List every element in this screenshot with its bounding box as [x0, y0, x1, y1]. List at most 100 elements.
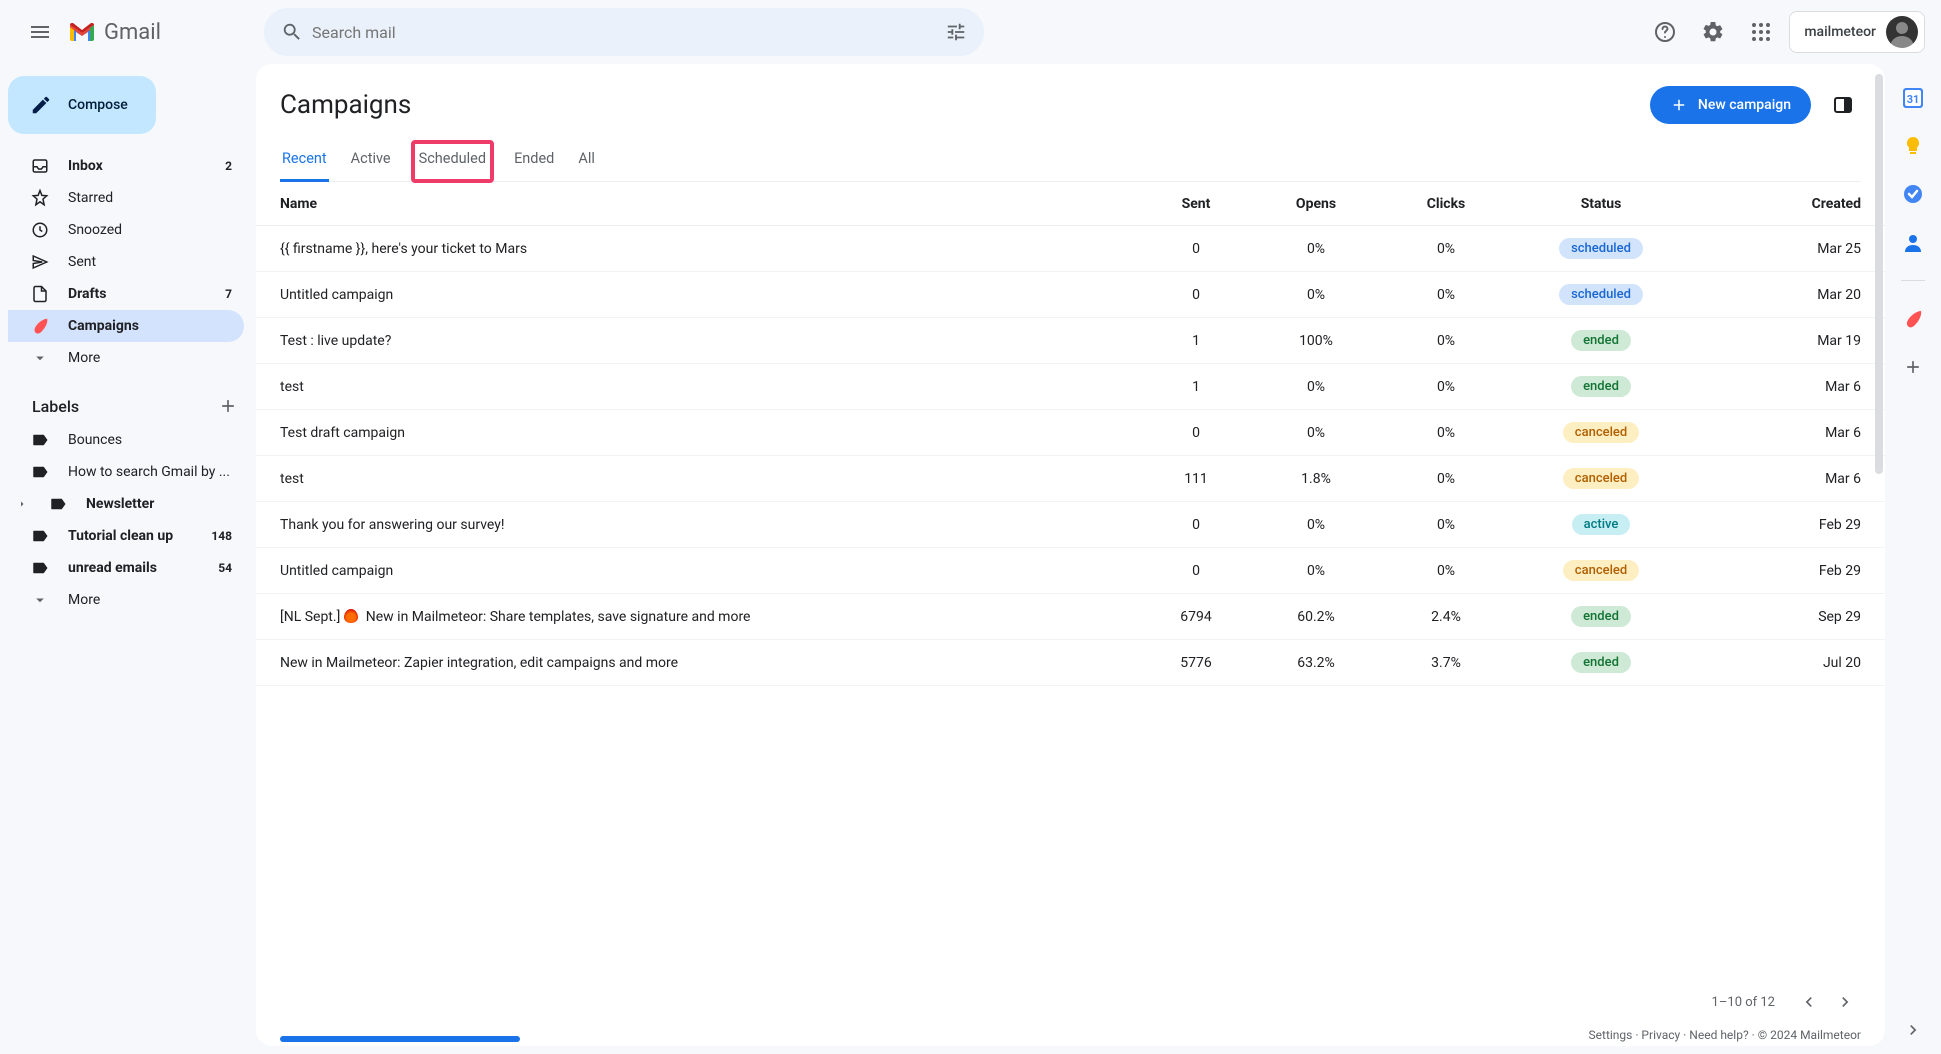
table-row[interactable]: {{ firstname }}, here's your ticket to M…	[256, 226, 1885, 272]
sidebar-item-label: Sent	[68, 254, 96, 270]
cell-opens: 60.2%	[1251, 609, 1381, 625]
status-badge: ended	[1571, 376, 1631, 397]
toggle-panel-button[interactable]	[1825, 87, 1861, 123]
calendar-app[interactable]: 31	[1903, 88, 1923, 108]
tab-scheduled[interactable]: Scheduled	[413, 142, 492, 181]
status-badge: canceled	[1563, 468, 1639, 489]
cell-clicks: 0%	[1381, 563, 1511, 579]
sidebar-item-sent[interactable]: Sent	[8, 246, 244, 278]
campaigns-icon	[30, 317, 50, 335]
search-options-button[interactable]	[936, 12, 976, 52]
table-row[interactable]: Test draft campaign00%0%canceledMar 6	[256, 410, 1885, 456]
main-menu-button[interactable]	[16, 8, 64, 56]
sidebar: Compose Inbox 2 StarredSnoozed Sent Drafts7C…	[0, 64, 256, 1054]
label-item[interactable]: More	[8, 584, 244, 616]
label-item[interactable]: Bounces	[8, 424, 244, 456]
cell-name: Thank you for answering our survey!	[280, 517, 1141, 533]
support-button[interactable]	[1645, 12, 1685, 52]
tune-icon	[945, 21, 967, 43]
label-item[interactable]: unread emails54	[8, 552, 244, 584]
keep-app[interactable]	[1903, 136, 1923, 156]
next-page-button[interactable]	[1829, 986, 1861, 1018]
cell-opens: 63.2%	[1251, 655, 1381, 671]
cell-clicks: 0%	[1381, 425, 1511, 441]
sidebar-item-count: 2	[225, 159, 232, 173]
chevron-left-icon	[1799, 992, 1819, 1012]
cell-name: test	[280, 471, 1141, 487]
sidebar-item-count: 7	[225, 287, 232, 301]
scrollbar[interactable]	[1875, 74, 1883, 474]
label-item[interactable]: How to search Gmail by ...	[8, 456, 244, 488]
cell-created: Mar 6	[1691, 379, 1861, 395]
table-row[interactable]: [NL Sept.] New in Mailmeteor: Share temp…	[256, 594, 1885, 640]
mailmeteor-app[interactable]	[1903, 309, 1923, 329]
tab-active[interactable]: Active	[349, 142, 393, 181]
campaigns-table: Name Sent Opens Clicks Status Created {{…	[256, 182, 1885, 976]
add-app-button[interactable]	[1903, 357, 1923, 377]
search-button[interactable]	[272, 12, 312, 52]
contacts-app[interactable]	[1903, 232, 1923, 252]
cell-created: Feb 29	[1691, 517, 1861, 533]
account-switcher[interactable]: mailmeteor	[1789, 11, 1925, 53]
cell-status: canceled	[1511, 560, 1691, 581]
status-badge: canceled	[1563, 422, 1639, 443]
cell-status: active	[1511, 514, 1691, 535]
gmail-logo-text: Gmail	[104, 20, 161, 45]
table-row[interactable]: Untitled campaign00%0%canceledFeb 29	[256, 548, 1885, 594]
table-row[interactable]: New in Mailmeteor: Zapier integration, e…	[256, 640, 1885, 686]
sidebar-item-inbox[interactable]: Inbox 2	[8, 150, 244, 182]
cell-clicks: 0%	[1381, 241, 1511, 257]
cell-sent: 0	[1141, 563, 1251, 579]
sidebar-item-starred[interactable]: Starred	[8, 182, 244, 214]
rail-expand-button[interactable]	[1899, 1016, 1927, 1044]
sidebar-item-more[interactable]: More	[8, 342, 244, 374]
table-row[interactable]: test10%0%endedMar 6	[256, 364, 1885, 410]
add-label-button[interactable]	[218, 396, 238, 416]
gmail-logo[interactable]: Gmail	[68, 20, 161, 45]
tab-recent[interactable]: Recent	[280, 142, 329, 182]
table-row[interactable]: Test : live update?1100%0%endedMar 19	[256, 318, 1885, 364]
sidebar-item-campaigns[interactable]: Campaigns	[8, 310, 244, 342]
cell-sent: 111	[1141, 471, 1251, 487]
new-campaign-label: New campaign	[1698, 97, 1791, 113]
prev-page-button[interactable]	[1793, 986, 1825, 1018]
cell-clicks: 0%	[1381, 333, 1511, 349]
table-row[interactable]: test1111.8%0%canceledMar 6	[256, 456, 1885, 502]
cell-status: ended	[1511, 330, 1691, 351]
tab-ended[interactable]: Ended	[512, 142, 556, 181]
cell-created: Jul 20	[1691, 655, 1861, 671]
apps-button[interactable]	[1741, 12, 1781, 52]
cell-status: scheduled	[1511, 238, 1691, 259]
drafts-icon	[30, 285, 50, 303]
label-text: How to search Gmail by ...	[68, 464, 230, 480]
settings-button[interactable]	[1693, 12, 1733, 52]
status-badge: ended	[1571, 606, 1631, 627]
label-item[interactable]: Tutorial clean up148	[8, 520, 244, 552]
search-bar[interactable]	[264, 8, 984, 56]
tasks-app[interactable]	[1903, 184, 1923, 204]
labels-heading-text: Labels	[32, 397, 79, 416]
label-item[interactable]: Newsletter	[8, 488, 244, 520]
table-row[interactable]: Untitled campaign00%0%scheduledMar 20	[256, 272, 1885, 318]
cell-status: ended	[1511, 376, 1691, 397]
header-right: mailmeteor	[1645, 11, 1933, 53]
sidebar-item-snoozed[interactable]: Snoozed	[8, 214, 244, 246]
search-input[interactable]	[312, 23, 936, 42]
cell-opens: 0%	[1251, 241, 1381, 257]
tasks-icon	[1903, 184, 1923, 204]
page-title: Campaigns	[280, 90, 411, 120]
compose-button[interactable]: Compose	[8, 76, 156, 134]
table-row[interactable]: Thank you for answering our survey!00%0%…	[256, 502, 1885, 548]
table-footer: 1–10 of 12	[256, 976, 1885, 1028]
status-badge: ended	[1571, 330, 1631, 351]
cell-sent: 0	[1141, 425, 1251, 441]
new-campaign-button[interactable]: New campaign	[1650, 86, 1811, 124]
tab-all[interactable]: All	[576, 142, 597, 181]
fire-icon	[344, 609, 358, 623]
cell-created: Sep 29	[1691, 609, 1861, 625]
sidebar-item-drafts[interactable]: Drafts7	[8, 278, 244, 310]
cell-status: ended	[1511, 652, 1691, 673]
cell-sent: 0	[1141, 517, 1251, 533]
sidebar-item-label: Inbox	[68, 158, 103, 174]
body: Compose Inbox2StarredSnoozedSentDrafts7C…	[0, 64, 1941, 1054]
